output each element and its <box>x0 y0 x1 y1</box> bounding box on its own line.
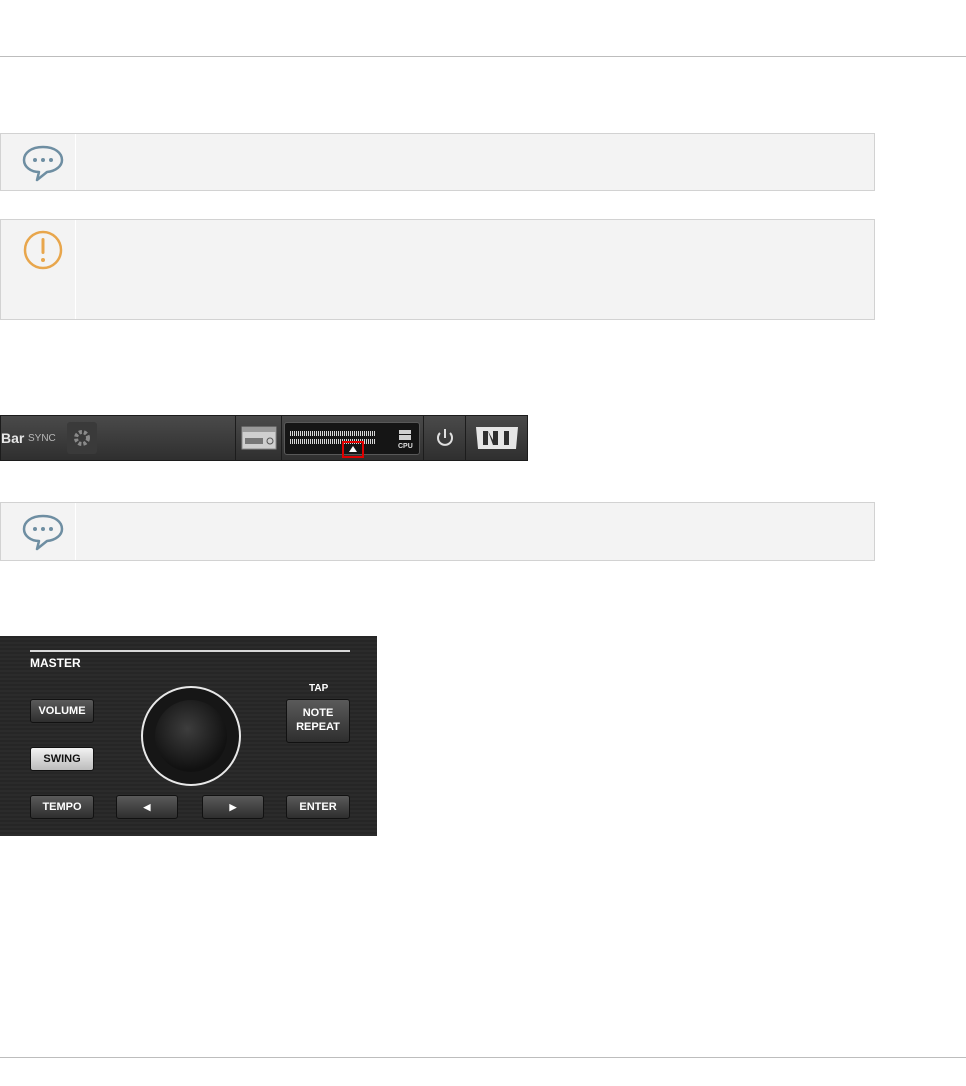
keyboard-segment[interactable] <box>235 416 282 460</box>
tap-label: TAP <box>309 683 329 694</box>
power-segment[interactable] <box>423 416 466 460</box>
note-repeat-line1: NOTE <box>302 707 334 719</box>
swing-button[interactable]: SWING <box>30 747 94 771</box>
warning-icon <box>21 228 65 277</box>
note-box <box>0 133 875 191</box>
gear-button[interactable] <box>67 422 97 454</box>
note-repeat-button[interactable]: NOTE REPEAT <box>286 699 350 743</box>
power-icon <box>437 429 453 446</box>
gear-icon <box>74 430 90 446</box>
ni-logo-icon <box>476 427 518 449</box>
control-encoder[interactable] <box>141 686 241 786</box>
ni-logo-segment <box>465 416 528 460</box>
header-bar-screenshot: Bar SYNC CPU <box>0 415 528 461</box>
keyboard-icon <box>241 426 277 450</box>
tempo-button[interactable]: TEMPO <box>30 795 94 819</box>
volume-button[interactable]: VOLUME <box>30 699 94 723</box>
top-rule <box>0 56 966 57</box>
master-label: MASTER <box>30 656 81 670</box>
right-arrow-button[interactable]: ▶ <box>202 795 264 819</box>
encoder-knob <box>155 700 227 772</box>
note-box <box>0 502 875 561</box>
cpu-label: CPU <box>398 443 413 450</box>
bottom-rule <box>0 1057 966 1058</box>
highlight-box <box>342 441 364 458</box>
speech-bubble-icon <box>21 513 65 558</box>
warning-box <box>0 219 875 320</box>
note-repeat-line2: REPEAT <box>296 721 340 733</box>
left-arrow-button[interactable]: ◀ <box>116 795 178 819</box>
cpu-meter-level-top <box>290 431 375 436</box>
bar-label: Bar <box>1 430 25 446</box>
disk-icon <box>399 430 411 440</box>
speech-bubble-icon <box>21 144 65 189</box>
sync-button[interactable]: SYNC <box>28 433 56 444</box>
section-rule <box>30 650 350 652</box>
enter-button[interactable]: ENTER <box>286 795 350 819</box>
